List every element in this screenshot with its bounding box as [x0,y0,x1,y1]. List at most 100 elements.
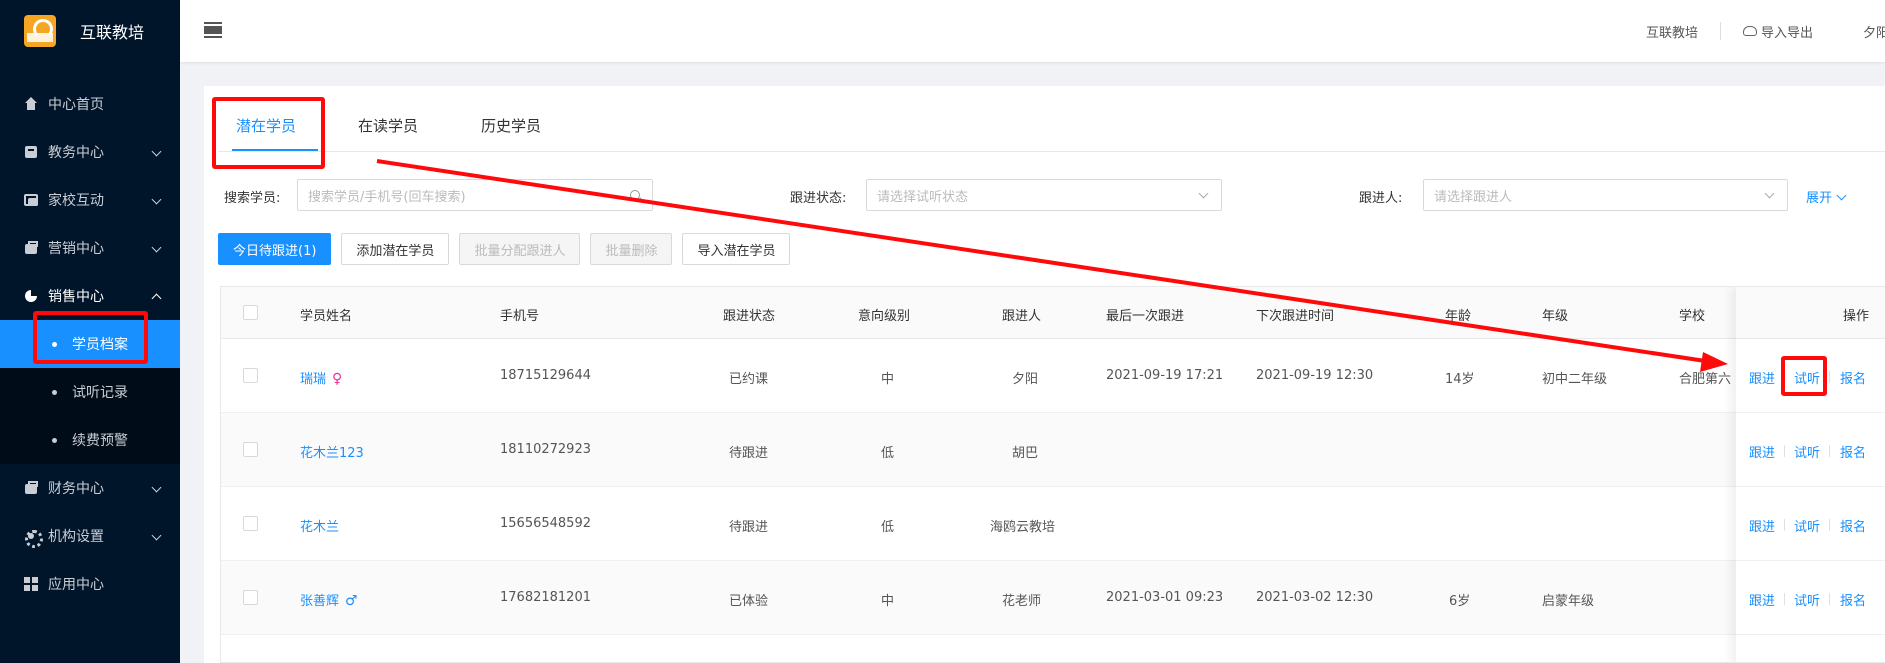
follower-placeholder: 请选择跟进人 [1434,189,1513,205]
table-row[interactable]: 瑞瑞 ♀ 18715129644 已约课 中 夕阳 2021-09-19 17:2… [221,339,1885,413]
col-age: 年龄 [1445,309,1472,324]
follow-link[interactable]: 跟进 [1749,590,1775,609]
sidebar-item-academic[interactable]: 教务中心 [0,128,180,176]
student-name-link[interactable]: 瑞瑞 ♀ [300,368,342,387]
status-select[interactable]: 请选择试听状态 [866,179,1222,211]
sidebar-item-home[interactable]: 中心首页 [0,80,180,128]
chevron-down-icon [1764,188,1775,199]
follow-link[interactable]: 跟进 [1749,368,1775,387]
status-cell: 待跟进 [729,520,769,535]
today-followup-button[interactable]: 今日待跟进(1) [218,233,332,265]
row-checkbox[interactable] [243,442,258,457]
col-status: 跟进状态 [723,309,776,324]
batch-assign-button[interactable]: 批量分配跟进人 [459,233,581,265]
bullet-dot [52,389,57,395]
operations-row: 跟进 试听 报名 [1736,561,1885,635]
sidebar-item-renewal-alert[interactable]: 续费预警 [0,416,180,464]
header-user[interactable]: 夕阳 [1863,22,1885,41]
chevron-down-icon [1836,190,1847,201]
table-row[interactable]: 张善辉 ♂ 17682181201 已体验 中 花老师 2021-03-01 09… [221,561,1885,635]
operations-row: 跟进 试听 报名 [1736,339,1885,413]
sidebar-item-marketing[interactable]: 营销中心 [0,224,180,272]
import-potential-button[interactable]: 导入潜在学员 [682,233,791,265]
enroll-link[interactable]: 报名 [1840,590,1866,609]
operations-row: 跟进 试听 报名 [1736,413,1885,487]
col-last-follow: 最后一次跟进 [1106,309,1185,324]
row-checkbox[interactable] [243,590,258,605]
sidebar-item-app-center[interactable]: 应用中心 [0,560,180,608]
table-row[interactable]: 花木兰123 18110272923 待跟进 低 胡巴 [221,413,1885,487]
intent-cell: 中 [881,594,895,609]
tab-history-students[interactable]: 历史学员 [481,115,541,136]
follower-select[interactable]: 请选择跟进人 [1423,179,1788,211]
trial-link[interactable]: 试听 [1794,368,1820,387]
sidebar: 互联教培 中心首页 教务中心 家校互动 营销中心 销售中心 学员档案 试听记录 … [0,0,180,663]
sidebar-subitem-label: 试听记录 [72,385,128,401]
chevron-up-icon [151,293,162,304]
enroll-link[interactable]: 报名 [1840,442,1866,461]
age-cell: 6岁 [1449,594,1471,609]
enroll-link[interactable]: 报名 [1840,368,1866,387]
chevron-down-icon [151,194,162,205]
search-icon[interactable] [630,190,640,200]
col-school: 学校 [1679,309,1706,324]
sidebar-item-sales[interactable]: 销售中心 [0,272,180,320]
sidebar-item-finance[interactable]: 财务中心 [0,464,180,512]
sidebar-item-label: 机构设置 [48,529,104,545]
tab-current-students[interactable]: 在读学员 [358,115,418,136]
status-cell: 已体验 [729,594,769,609]
next-follow-cell: 2021-03-02 12:30 [1256,590,1374,605]
male-icon: ♂ [345,593,358,609]
sidebar-item-trial-records[interactable]: 试听记录 [0,368,180,416]
select-all-checkbox[interactable] [243,305,258,320]
menu-collapse-icon[interactable] [204,22,222,38]
col-name: 学员姓名 [300,309,353,324]
trial-link[interactable]: 试听 [1794,516,1820,535]
intent-cell: 低 [881,520,895,535]
follower-cell: 花老师 [1002,594,1042,609]
header-right: 互联教培 导入导出 夕阳 [1646,0,1885,62]
search-input[interactable]: 搜索学员/手机号(回车搜索) [297,179,653,211]
enroll-link[interactable]: 报名 [1840,516,1866,535]
row-checkbox[interactable] [243,368,258,383]
last-follow-cell: 2021-03-01 09:23 [1106,590,1224,605]
sidebar-item-home-school[interactable]: 家校互动 [0,176,180,224]
col-follower: 跟进人 [1002,309,1042,324]
trial-link[interactable]: 试听 [1794,590,1820,609]
follow-link[interactable]: 跟进 [1749,516,1775,535]
operations-row: 跟进 试听 报名 [1736,487,1885,561]
school-cell: 合肥第六 [1679,372,1732,387]
student-name-link[interactable]: 张善辉 ♂ [300,590,358,609]
chevron-down-icon [151,530,162,541]
tab-potential-students[interactable]: 潜在学员 [236,115,296,136]
follow-link[interactable]: 跟进 [1749,442,1775,461]
trial-link[interactable]: 试听 [1794,442,1820,461]
expand-filters-button[interactable]: 展开 [1806,187,1847,206]
status-label: 跟进状态: [790,191,847,206]
sidebar-item-org-settings[interactable]: 机构设置 [0,512,180,560]
operations-header: 操作 [1736,287,1885,339]
cloud-icon [1742,26,1757,36]
add-potential-student-button[interactable]: 添加潜在学员 [341,233,450,265]
phone-cell: 15656548592 [500,516,591,531]
brand-name: 互联教培 [80,23,145,42]
grade-cell: 启蒙年级 [1542,594,1595,609]
row-checkbox[interactable] [243,516,258,531]
sidebar-item-student-files[interactable]: 学员档案 [0,320,180,368]
brand[interactable]: 互联教培 [0,0,180,62]
operations-column: 操作 跟进 试听 报名 跟进 试听 报名 跟进 试听 报名 跟进 试听 报名 [1736,287,1885,662]
header-org-name[interactable]: 互联教培 [1646,22,1698,41]
col-ops: 操作 [1843,309,1870,324]
chevron-down-icon [1198,188,1209,199]
student-name-link[interactable]: 花木兰 [300,516,339,535]
bullet-dot [52,341,57,347]
batch-delete-button[interactable]: 批量删除 [590,233,673,265]
table-row[interactable]: 花木兰 15656548592 待跟进 低 海鸥云教培 [221,487,1885,561]
import-export-button[interactable]: 导入导出 [1742,22,1813,41]
wallet-icon [24,481,38,495]
next-follow-cell: 2021-09-19 12:30 [1256,368,1374,383]
sidebar-item-label: 教务中心 [48,145,104,161]
import-export-label: 导入导出 [1760,25,1813,41]
content-card: 潜在学员 在读学员 历史学员 搜索学员: 搜索学员/手机号(回车搜索) 跟进状态… [204,86,1885,663]
student-name-link[interactable]: 花木兰123 [300,442,364,461]
